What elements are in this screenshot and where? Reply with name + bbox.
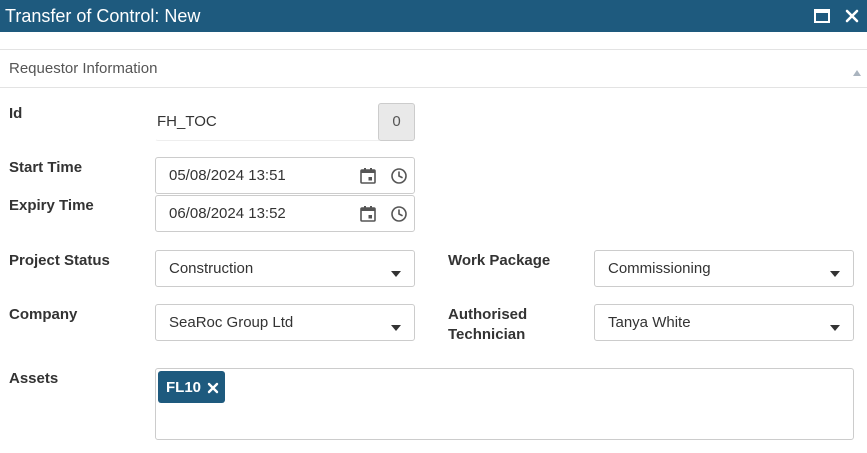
project-status-label: Project Status bbox=[9, 252, 110, 269]
company-value: SeaRoc Group Ltd bbox=[169, 314, 294, 331]
authorised-technician-value: Tanya White bbox=[608, 314, 691, 331]
work-package-value: Commissioning bbox=[608, 260, 711, 277]
company-select[interactable]: SeaRoc Group Ltd bbox=[155, 304, 415, 341]
start-time-label: Start Time bbox=[9, 159, 83, 176]
id-label: Id bbox=[9, 105, 23, 122]
section-header-requestor-information[interactable]: Requestor Information bbox=[0, 49, 867, 88]
chevron-down-icon[interactable] bbox=[391, 319, 401, 331]
calendar-icon[interactable] bbox=[359, 205, 377, 223]
authorised-technician-label: Authorised Technician bbox=[448, 305, 527, 345]
chevron-down-icon[interactable] bbox=[830, 319, 840, 331]
expiry-time-label: Expiry Time bbox=[9, 197, 94, 214]
calendar-icon[interactable] bbox=[359, 167, 377, 185]
authorised-technician-label-line1: Authorised bbox=[448, 306, 528, 323]
chevron-down-icon[interactable] bbox=[391, 265, 401, 277]
start-time-field[interactable]: 05/08/2024 13:51 bbox=[155, 157, 415, 194]
chevron-down-icon[interactable] bbox=[830, 265, 840, 277]
maximize-icon[interactable] bbox=[812, 6, 832, 26]
company-label: Company bbox=[9, 306, 78, 323]
clock-icon[interactable] bbox=[390, 167, 408, 185]
asset-tag-label: FL10 bbox=[166, 378, 202, 396]
chevron-up-icon[interactable] bbox=[853, 64, 861, 76]
project-status-value: Construction bbox=[169, 260, 254, 277]
expiry-time-value: 06/08/2024 13:52 bbox=[169, 205, 286, 222]
window-title: Transfer of Control: New bbox=[5, 5, 201, 26]
assets-label: Assets bbox=[9, 370, 59, 387]
id-counter: 0 bbox=[378, 103, 415, 141]
project-status-select[interactable]: Construction bbox=[155, 250, 415, 287]
assets-multiselect[interactable]: FL10 bbox=[155, 368, 854, 440]
start-time-value: 05/08/2024 13:51 bbox=[169, 167, 286, 184]
work-package-label: Work Package bbox=[448, 252, 551, 269]
clock-icon[interactable] bbox=[390, 205, 408, 223]
close-icon[interactable] bbox=[207, 381, 219, 394]
section-title: Requestor Information bbox=[9, 60, 158, 77]
expiry-time-field[interactable]: 06/08/2024 13:52 bbox=[155, 195, 415, 232]
asset-tag: FL10 bbox=[158, 371, 226, 403]
id-value: FH_TOC bbox=[157, 113, 217, 130]
authorised-technician-label-line2: Technician bbox=[448, 326, 526, 343]
id-field[interactable]: FH_TOC bbox=[155, 103, 379, 141]
authorised-technician-select[interactable]: Tanya White bbox=[594, 304, 854, 341]
window-titlebar: Transfer of Control: New bbox=[0, 0, 867, 32]
close-icon[interactable] bbox=[842, 6, 862, 26]
work-package-select[interactable]: Commissioning bbox=[594, 250, 854, 287]
